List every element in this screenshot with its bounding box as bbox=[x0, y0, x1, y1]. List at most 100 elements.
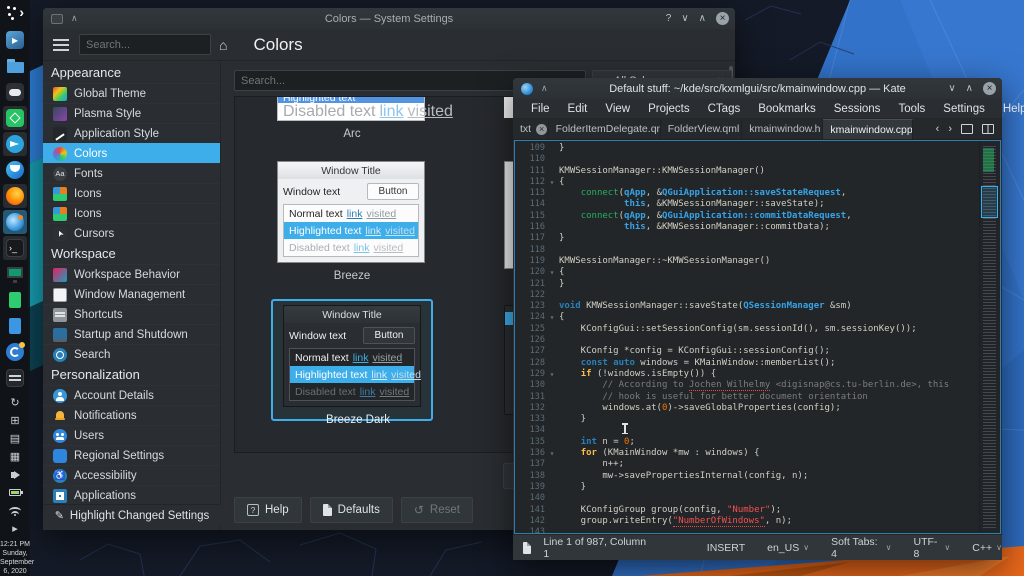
close-button[interactable]: × bbox=[983, 82, 996, 95]
taskbar-neon-app-icon[interactable] bbox=[3, 106, 27, 130]
keep-above-icon[interactable]: ∧ bbox=[541, 83, 548, 94]
taskbar-file-manager-icon[interactable] bbox=[3, 54, 27, 78]
sidebar-item-shortcuts[interactable]: Shortcuts bbox=[43, 304, 220, 324]
tray-volume-icon[interactable] bbox=[7, 467, 23, 482]
sidebar-item-workspace-behavior[interactable]: Workspace Behavior bbox=[43, 264, 220, 284]
previous-document-icon[interactable]: ‹ bbox=[936, 123, 940, 135]
menu-projects[interactable]: Projects bbox=[640, 103, 698, 115]
sidebar-item-users[interactable]: Users bbox=[43, 425, 220, 445]
system-settings-app-icon[interactable] bbox=[51, 14, 63, 24]
sidebar-item-notifications[interactable]: Notifications bbox=[43, 405, 220, 425]
next-document-icon[interactable]: › bbox=[948, 123, 952, 135]
taskbar-falkon-icon[interactable] bbox=[3, 210, 27, 234]
sidebar-item-icons[interactable]: Icons bbox=[43, 203, 220, 223]
tray-battery-icon[interactable] bbox=[7, 485, 23, 500]
scheme-card-arc[interactable]: Highlighted text Disabled text link visi… bbox=[277, 96, 427, 140]
tray-screenshot-icon[interactable]: ▦ bbox=[7, 449, 23, 464]
taskbar-firefox-icon[interactable] bbox=[3, 184, 27, 208]
sidebar-search-input[interactable] bbox=[79, 34, 211, 55]
document-status-icon[interactable] bbox=[523, 542, 531, 554]
maximize-button[interactable]: ∧ bbox=[699, 13, 706, 24]
close-tab-icon[interactable]: × bbox=[536, 124, 547, 135]
kate-titlebar[interactable]: ∧ Default stuff: ~/kde/src/kxmlgui/src/k… bbox=[513, 78, 1002, 99]
sidebar-item-search[interactable]: Search bbox=[43, 344, 220, 364]
code-editor[interactable]: 109}110111KMWSessionManager::KMWSessionM… bbox=[514, 140, 1001, 534]
split-view-icon[interactable] bbox=[982, 124, 994, 134]
taskbar-telegram-icon[interactable] bbox=[3, 132, 27, 156]
sidebar-item-application-style[interactable]: Application Style bbox=[43, 123, 220, 143]
taskbar-discover-icon[interactable]: ▸ bbox=[3, 28, 27, 52]
close-button[interactable]: × bbox=[716, 12, 729, 25]
sidebar-item-regional-settings[interactable]: Regional Settings bbox=[43, 445, 220, 465]
fold-marker-icon[interactable]: ▾ bbox=[545, 177, 559, 188]
help-button[interactable]: ? bbox=[666, 13, 672, 24]
encoding-select[interactable]: UTF-8∨ bbox=[914, 536, 951, 560]
sidebar-item-colors[interactable]: Colors bbox=[43, 143, 220, 163]
fold-marker-icon[interactable]: ▾ bbox=[545, 267, 559, 278]
menu-bookmarks[interactable]: Bookmarks bbox=[750, 103, 824, 115]
tray-panel-expander-icon[interactable]: ▸ bbox=[7, 521, 23, 536]
tab-width-select[interactable]: Soft Tabs: 4∨ bbox=[831, 536, 891, 560]
syntax-mode-select[interactable]: C++∨ bbox=[972, 542, 1002, 554]
menu-ctags[interactable]: CTags bbox=[700, 103, 749, 115]
keep-above-icon[interactable]: ∧ bbox=[71, 13, 78, 24]
system-settings-titlebar[interactable]: ∧ Colors — System Settings ? ∨ ∧ × bbox=[43, 8, 735, 29]
sidebar-item-startup-and-shutdown[interactable]: Startup and Shutdown bbox=[43, 324, 220, 344]
defaults-button[interactable]: Defaults bbox=[310, 497, 393, 523]
menu-tools[interactable]: Tools bbox=[890, 103, 933, 115]
sidebar-item-cursors[interactable]: Cursors bbox=[43, 223, 220, 243]
minimap-viewport[interactable] bbox=[981, 186, 998, 218]
tab-kmainwindow.h[interactable]: kmainwindow.h× bbox=[742, 119, 823, 139]
menu-file[interactable]: File bbox=[523, 103, 558, 115]
menu-sessions[interactable]: Sessions bbox=[826, 103, 889, 115]
taskbar-display-app-icon[interactable] bbox=[3, 262, 27, 286]
hamburger-menu-icon[interactable] bbox=[53, 39, 69, 51]
taskbar-dark-settings-app-icon[interactable] bbox=[3, 366, 27, 390]
menu-settings[interactable]: Settings bbox=[935, 103, 993, 115]
menu-help[interactable]: Help bbox=[995, 103, 1024, 115]
tray-wifi-icon[interactable] bbox=[7, 503, 23, 518]
highlight-changed-settings[interactable]: ✎ Highlight Changed Settings bbox=[43, 504, 221, 526]
reset-button[interactable]: ↺ Reset bbox=[401, 497, 473, 523]
taskbar-app-launcher-icon[interactable]: › bbox=[3, 2, 27, 26]
tab-folderview.qml[interactable]: FolderView.qml× bbox=[661, 119, 742, 139]
digital-clock[interactable]: 12:21 PMSunday,September6, 2020 bbox=[0, 540, 30, 576]
tab-folderitemdelegate.qml[interactable]: FolderItemDelegate.qml× bbox=[549, 119, 661, 139]
cursor-position[interactable]: Line 1 of 987, Column 1 bbox=[543, 536, 646, 560]
taskbar-konsole-icon[interactable]: ›_ bbox=[3, 236, 27, 260]
scheme-card-breeze-dark[interactable]: Window Title Window text Button Normal t… bbox=[283, 305, 433, 426]
sidebar-item-account-details[interactable]: Account Details bbox=[43, 385, 220, 405]
menu-view[interactable]: View bbox=[597, 103, 638, 115]
new-document-icon[interactable] bbox=[961, 124, 973, 134]
minimize-button[interactable]: ∨ bbox=[948, 83, 955, 94]
maximize-button[interactable]: ∧ bbox=[966, 83, 973, 94]
sidebar-item-plasma-style[interactable]: Plasma Style bbox=[43, 103, 220, 123]
input-mode[interactable]: INSERT bbox=[707, 542, 745, 554]
minimize-button[interactable]: ∨ bbox=[681, 13, 688, 24]
tab-kmainwindow.cpp[interactable]: kmainwindow.cpp× bbox=[823, 119, 913, 139]
home-icon[interactable]: ⌂ bbox=[219, 37, 227, 53]
scheme-card-breeze[interactable]: Window Title Window text Button Normal t… bbox=[277, 161, 427, 282]
taskbar-green-document-app-icon[interactable] bbox=[3, 288, 27, 312]
tray-clipboard-icon[interactable]: ▤ bbox=[7, 431, 23, 446]
sidebar-item-applications[interactable]: Applications bbox=[43, 485, 220, 505]
tab-txt[interactable]: txt× bbox=[513, 119, 549, 139]
sidebar-item-accessibility[interactable]: ♿Accessibility bbox=[43, 465, 220, 485]
help-button[interactable]: ? Help bbox=[234, 497, 302, 523]
taskbar-blue-document-app-icon[interactable] bbox=[3, 314, 27, 338]
fold-marker-icon[interactable]: ▾ bbox=[545, 448, 559, 459]
taskbar-swirl-badge-app-icon[interactable] bbox=[3, 340, 27, 364]
sidebar-item-fonts[interactable]: AaFonts bbox=[43, 163, 220, 183]
sidebar-item-global-theme[interactable]: Global Theme bbox=[43, 83, 220, 103]
dictionary-select[interactable]: en_US∨ bbox=[767, 542, 809, 554]
sidebar-item-window-management[interactable]: Window Management bbox=[43, 284, 220, 304]
sidebar-item-icons[interactable]: Icons bbox=[43, 183, 220, 203]
taskbar-browser-swirl-icon[interactable] bbox=[3, 158, 27, 182]
tray-screen-layout-icon[interactable]: ⊞ bbox=[7, 413, 23, 428]
minimap-scrollbar[interactable] bbox=[979, 142, 999, 532]
tray-updates-icon[interactable]: ↻ bbox=[7, 395, 23, 410]
fold-marker-icon[interactable]: ▾ bbox=[545, 369, 559, 380]
fold-marker-icon[interactable]: ▾ bbox=[545, 312, 559, 323]
taskbar-discord-icon[interactable] bbox=[3, 80, 27, 104]
menu-edit[interactable]: Edit bbox=[560, 103, 596, 115]
